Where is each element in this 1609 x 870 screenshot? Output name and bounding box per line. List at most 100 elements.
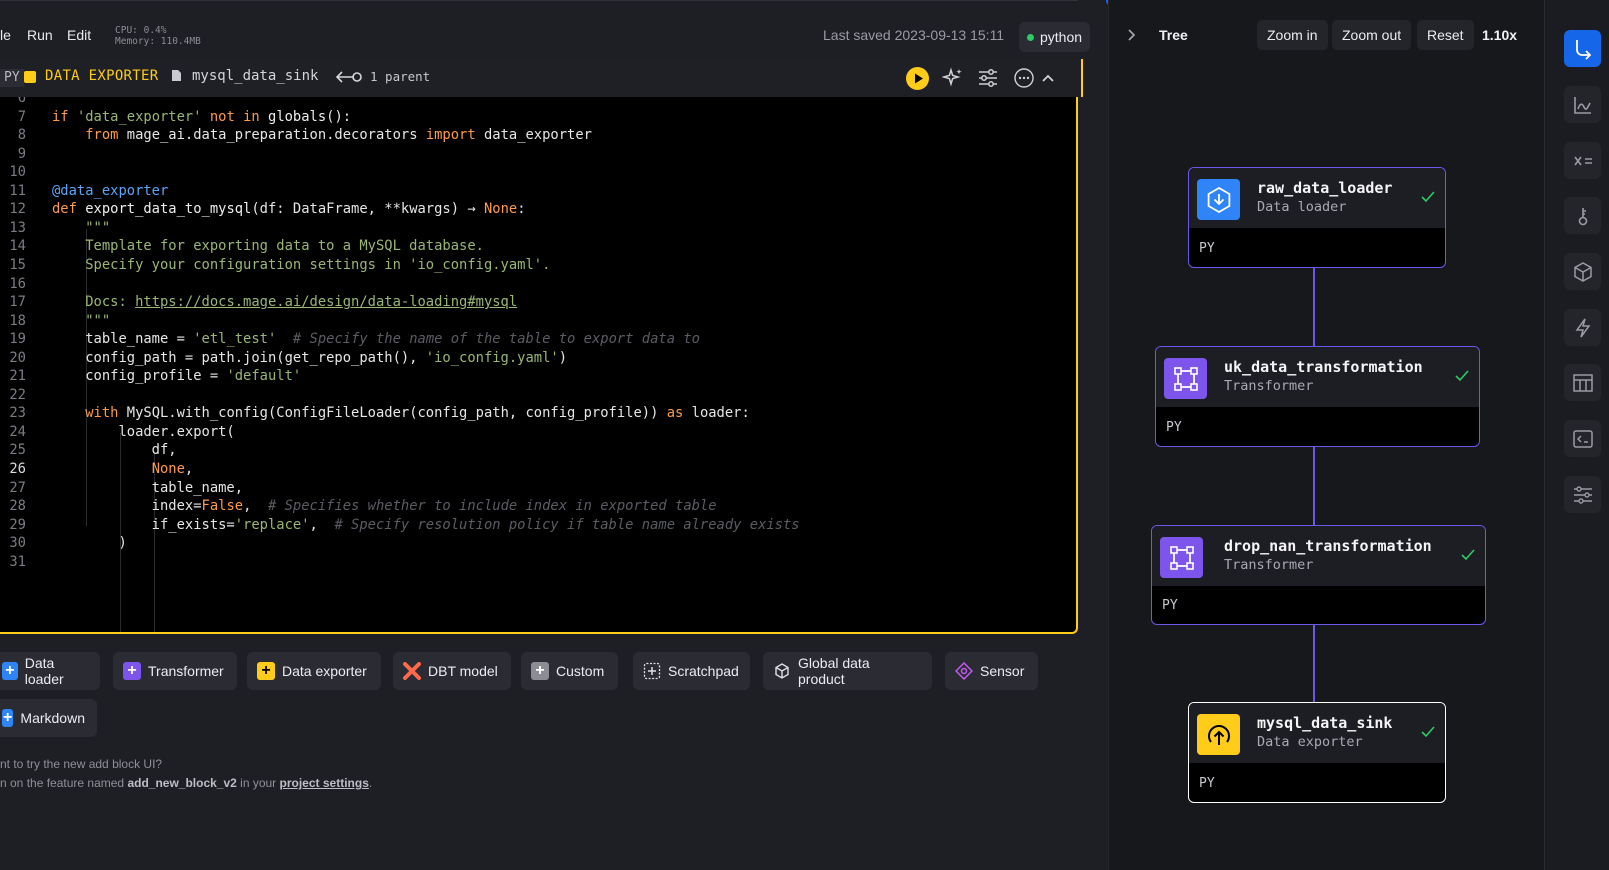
line-number: 13: [9, 219, 26, 236]
code-editor[interactable]: 6 7 if 'data_exporter' not in globals(): 8 …: [0, 97, 1078, 634]
sidebar-variables-button[interactable]: [1564, 142, 1601, 179]
more-options-icon[interactable]: [1013, 67, 1035, 89]
code-text: Docs: https://docs.mage.ai/design/data-l…: [85, 294, 518, 311]
graph-node-drop-nan-transformation[interactable]: drop_nan_transformation Transformer PY: [1151, 525, 1486, 625]
line-number: 18: [9, 312, 26, 329]
add-block-custom-button[interactable]: + Custom: [521, 652, 618, 690]
add-block-scratchpad-button[interactable]: Scratchpad: [633, 652, 750, 690]
menu-run[interactable]: Run: [27, 27, 53, 43]
line-number: 22: [9, 386, 26, 403]
line-number: 8: [17, 127, 26, 144]
sidebar-charts-button[interactable]: [1564, 86, 1601, 123]
notebook-panel: le Run Edit CPU: 0.4% Memory: 110.4MB La…: [0, 0, 1091, 870]
resource-usage: CPU: 0.4% Memory: 110.4MB: [115, 25, 201, 47]
cpu-usage: CPU: 0.4%: [115, 25, 167, 36]
add-block-label: Data exporter: [282, 663, 367, 679]
hint-text: .: [368, 776, 373, 790]
code-text: if 'data_exporter' not in globals():: [52, 108, 352, 125]
hint-feature-name: add_new_block_v2: [127, 776, 237, 790]
code-text: df,: [52, 442, 177, 459]
block-name[interactable]: mysql_data_sink: [192, 68, 318, 84]
node-title: raw_data_loader: [1257, 179, 1393, 197]
reset-zoom-button[interactable]: Reset: [1417, 20, 1474, 50]
collapse-chevron-up-icon[interactable]: [1040, 70, 1056, 86]
node-language: PY: [1199, 776, 1215, 791]
add-block-transformer-button[interactable]: + Transformer: [113, 652, 237, 690]
settings-sliders-icon: [1573, 485, 1592, 504]
node-subtitle: Data exporter: [1257, 734, 1363, 750]
graph-toolbar: Tree Zoom in Zoom out Reset 1.10x: [1109, 0, 1545, 60]
sidebar-triggers-button[interactable]: [1564, 309, 1601, 346]
run-block-button[interactable]: [906, 67, 929, 90]
graph-edge: [1313, 268, 1315, 346]
kernel-selector[interactable]: python: [1019, 22, 1091, 52]
add-block-markdown-button[interactable]: + Markdown: [0, 699, 97, 737]
block-color-square: [24, 71, 36, 83]
sidebar-settings-button[interactable]: [1564, 476, 1601, 513]
block-language-badge: PY: [0, 69, 24, 87]
parent-link-icon: [336, 71, 362, 83]
graph-node-uk-data-transformation[interactable]: uk_data_transformation Transformer PY: [1155, 346, 1480, 447]
download-icon: [1207, 186, 1230, 213]
sidebar-blocks-button[interactable]: [1564, 253, 1601, 290]
line-number: 25: [9, 442, 26, 459]
code-text: with MySQL.with_config(ConfigFileLoader(…: [85, 405, 750, 422]
code-text: table_name,: [52, 479, 244, 496]
plus-icon: +: [2, 662, 18, 680]
line-number: 15: [9, 256, 26, 273]
line-number: 24: [9, 423, 26, 440]
node-header: uk_data_transformation Transformer: [1156, 347, 1479, 407]
menu-file[interactable]: le: [0, 27, 11, 43]
add-block-label: Transformer: [148, 663, 224, 679]
node-title: uk_data_transformation: [1224, 358, 1423, 376]
zoom-out-button[interactable]: Zoom out: [1332, 20, 1412, 50]
line-number: 16: [9, 275, 26, 292]
line-number: 11: [9, 182, 26, 199]
code-text: from mage_ai.data_preparation.decorators…: [85, 127, 592, 144]
add-block-label: Custom: [556, 663, 605, 679]
sidebar-tree-button[interactable]: [1564, 30, 1601, 67]
line-number: 23: [9, 405, 26, 422]
block-type-label: DATA EXPORTER: [45, 68, 159, 84]
line-number: 12: [9, 201, 26, 218]
dependency-graph-panel: Tree Zoom in Zoom out Reset 1.10x raw_da…: [1108, 0, 1545, 870]
line-number: 26: [9, 461, 26, 477]
plus-icon: +: [2, 709, 14, 727]
node-icon-bg: [1197, 179, 1240, 220]
last-saved-status: Last saved 2023-09-13 15:11: [823, 27, 1005, 43]
add-block-global-data-product-button[interactable]: Global data product: [763, 652, 932, 690]
node-title: mysql_data_sink: [1257, 714, 1393, 732]
graph-node-mysql-data-sink[interactable]: mysql_data_sink Data exporter PY: [1188, 702, 1446, 803]
success-check-icon: [1455, 370, 1469, 382]
project-settings-link[interactable]: project settings: [280, 776, 369, 790]
chevron-right-icon[interactable]: [1125, 28, 1139, 42]
add-block-data-exporter-button[interactable]: + Data exporter: [247, 652, 381, 690]
code-text: def export_data_to_mysql(df: DataFrame, …: [52, 201, 526, 218]
line-number: 31: [9, 553, 26, 570]
zoom-in-button[interactable]: Zoom in: [1257, 20, 1328, 50]
sidebar-terminal-button[interactable]: [1564, 420, 1601, 457]
add-block-data-loader-button[interactable]: + Data loader: [0, 652, 100, 690]
node-icon-bg: [1164, 358, 1207, 399]
block-header: PY DATA EXPORTER mysql_data_sink 1 paren…: [0, 59, 1083, 97]
variables-icon: [1573, 156, 1592, 165]
block-parents-count[interactable]: 1 parent: [370, 69, 430, 84]
code-text: """: [85, 219, 111, 236]
tree-view-label[interactable]: Tree: [1159, 27, 1188, 43]
add-block-label: Sensor: [980, 663, 1025, 679]
settings-sliders-icon[interactable]: [977, 67, 999, 89]
add-block-sensor-button[interactable]: Sensor: [945, 652, 1038, 690]
add-block-label: Global data product: [798, 655, 870, 687]
node-header: mysql_data_sink Data exporter: [1189, 703, 1445, 763]
memory-usage: Memory: 110.4MB: [115, 36, 201, 47]
line-number: 17: [9, 294, 26, 311]
add-block-dbt-model-button[interactable]: DBT model: [393, 652, 511, 690]
ai-sparkle-icon[interactable]: [942, 67, 964, 89]
add-block-label: Data loader: [24, 655, 64, 687]
sidebar-secrets-button[interactable]: [1564, 197, 1601, 234]
menu-edit[interactable]: Edit: [67, 27, 91, 43]
dbt-icon: [403, 662, 421, 680]
node-subtitle: Transformer: [1224, 378, 1314, 394]
sidebar-table-button[interactable]: [1564, 364, 1601, 401]
graph-node-raw-data-loader[interactable]: raw_data_loader Data loader PY: [1188, 167, 1446, 268]
